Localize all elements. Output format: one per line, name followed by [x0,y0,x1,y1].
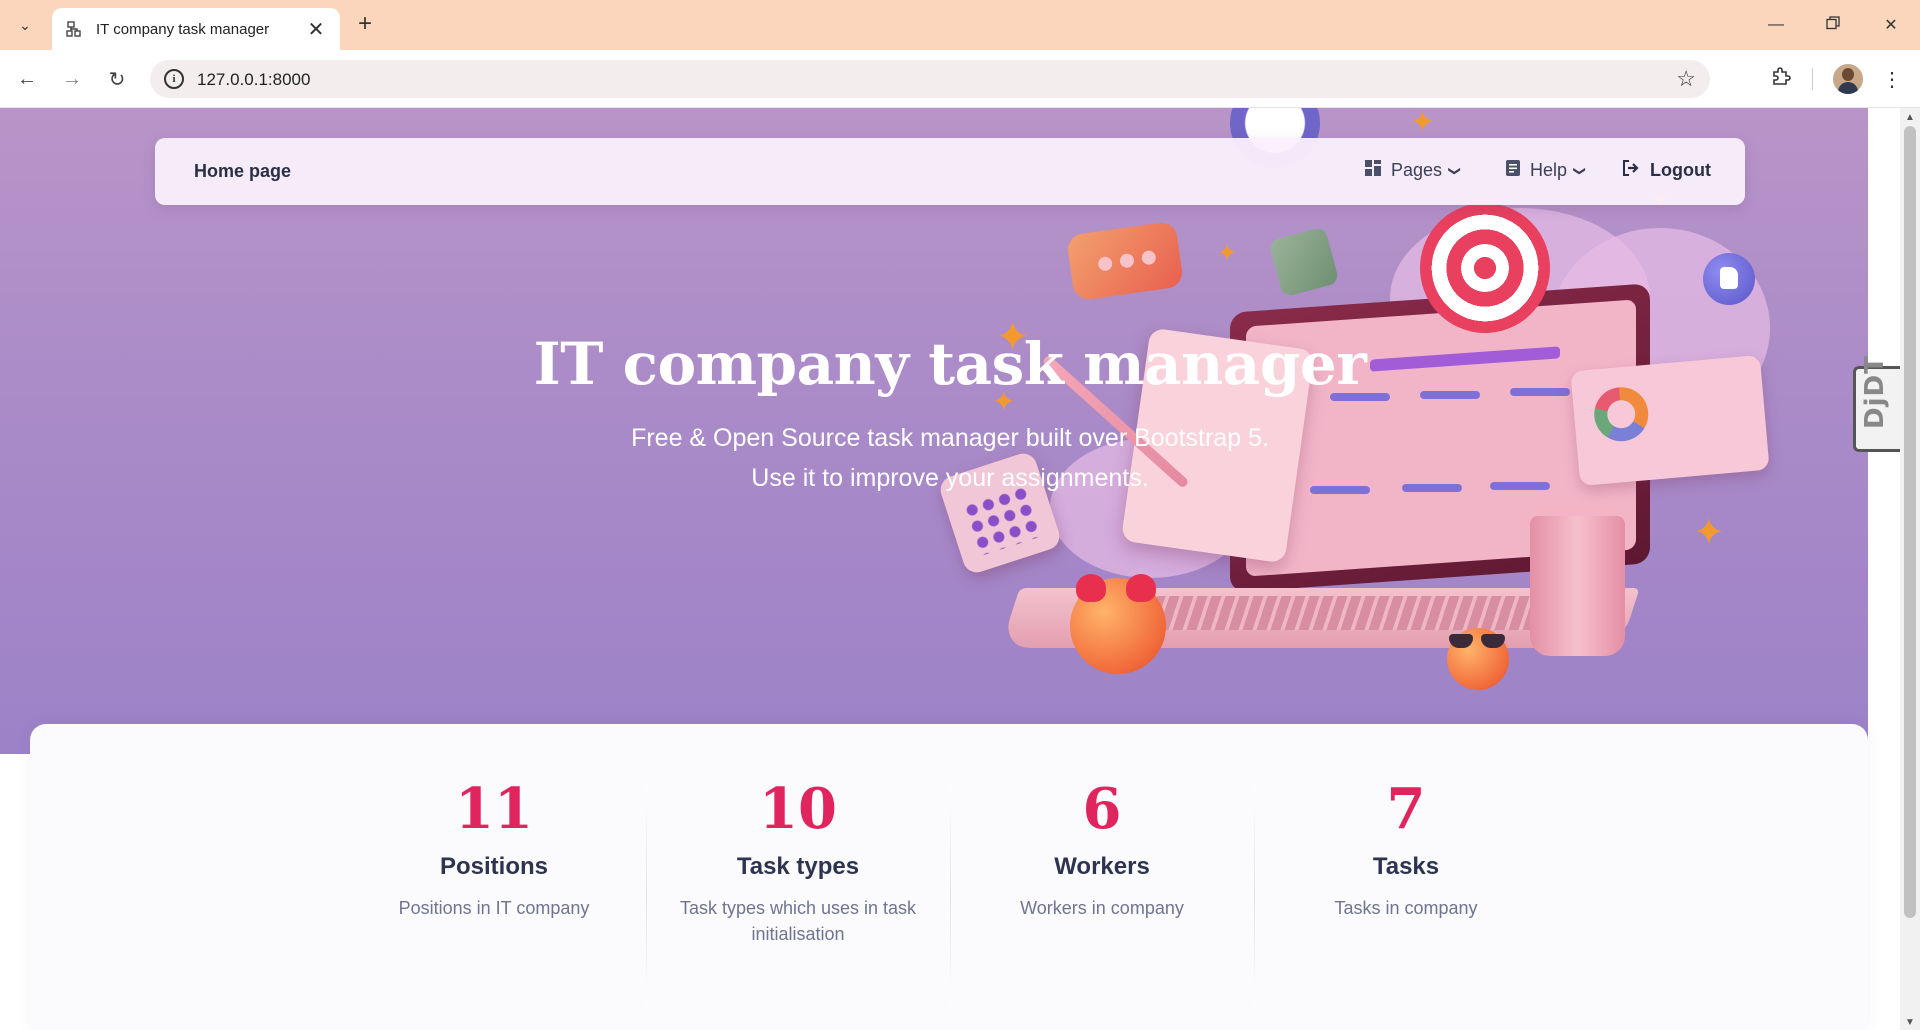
puzzle-icon [1771,66,1791,92]
stat-positions: 11 Positions Positions in IT company [342,724,646,1010]
hero-subtitle-line1: Free & Open Source task manager built ov… [631,424,1269,452]
stat-title: Task types [736,852,860,880]
scrollbar-thumb[interactable] [1904,126,1916,918]
debug-toolbar-handle[interactable]: DjDT [1853,355,1900,452]
nav-help-dropdown[interactable]: Help ❯ [1506,160,1588,181]
more-vertical-icon: ⋮ [1882,68,1902,91]
reload-button[interactable]: ↻ [102,64,132,94]
grid-icon [1365,160,1381,181]
top-navbar: Home page Pages ❯ Help ❯ Logout [155,138,1745,205]
extensions-button[interactable] [1766,64,1796,94]
restore-icon [1826,15,1840,35]
chevron-down-icon: ❯ [1573,165,1588,176]
stat-value: 11 [455,776,533,842]
browser-toolbar: ← → ↻ i 127.0.0.1:8000 ☆ ⋮ [0,50,1920,108]
stat-value: 6 [1082,776,1122,842]
emoji-heart-eyes-icon [1070,574,1166,674]
tab-search-button[interactable]: ⌄ [10,10,40,40]
stat-title: Tasks [1372,852,1440,880]
stat-description: Positions in IT company [398,897,590,918]
browser-tab[interactable]: IT company task manager ✕ [52,8,340,50]
document-icon [1506,160,1520,181]
arrow-left-icon: ← [17,67,37,90]
stat-title: Workers [1054,852,1150,880]
browser-menu-button[interactable]: ⋮ [1877,64,1907,94]
chat-bubble-icon [1065,220,1185,302]
chevron-down-icon: ❯ [1448,165,1463,176]
page-scrollbar[interactable]: ▲ ▼ [1900,108,1920,1030]
plus-icon: + [357,10,372,37]
close-icon[interactable]: ✕ [306,17,326,42]
reload-icon: ↻ [108,68,126,91]
hero-title: IT company task manager [533,330,1367,398]
scroll-up-icon[interactable]: ▲ [1905,112,1915,123]
info-icon[interactable]: i [164,69,184,89]
window-close-button[interactable]: ✕ [1876,12,1906,38]
debug-toolbar-label: DjDT [1860,355,1890,429]
stat-title: Positions [439,852,548,880]
new-tab-button[interactable]: + [352,12,378,38]
star-icon[interactable]: ☆ [1676,66,1696,92]
hero-subtitle-line2: Use it to improve your assignments. [751,464,1149,492]
scroll-down-icon[interactable]: ▼ [1905,1017,1915,1028]
logout-icon [1622,160,1640,181]
hero-section: ✦ ✦ ✦ ✦ ✦ ✦ Home page Pages ❯ Help ❯ Log… [0,108,1868,754]
nav-help-label: Help [1530,160,1568,180]
page-viewport: ✦ ✦ ✦ ✦ ✦ ✦ Home page Pages ❯ Help ❯ Log… [0,108,1900,1030]
close-icon: ✕ [1884,17,1898,34]
url-text[interactable]: 127.0.0.1:8000 [197,70,310,90]
stat-workers: 6 Workers Workers in company [950,724,1254,1010]
toolbar-divider [1812,68,1813,90]
arrow-right-icon: → [62,67,82,90]
stat-description: Tasks in company [1334,897,1478,918]
minimize-icon: — [1768,16,1784,33]
stat-value: 7 [1386,776,1426,842]
avatar[interactable] [1833,64,1863,94]
nav-pages-label: Pages [1391,160,1443,180]
forward-button[interactable]: → [57,64,87,94]
nav-logout-label: Logout [1650,160,1711,180]
tab-title: IT company task manager [96,20,270,38]
back-button[interactable]: ← [12,64,42,94]
emoji-sunglasses-icon [1447,628,1509,690]
nav-logout-link[interactable]: Logout [1622,160,1711,181]
browser-tab-strip: ⌄ IT company task manager ✕ + — ✕ [0,0,1920,50]
thumbs-up-icon [1703,253,1755,305]
stat-task-types: 10 Task types Task types which uses in t… [646,724,950,1010]
address-bar[interactable]: i 127.0.0.1:8000 ☆ [150,60,1710,98]
nav-pages-dropdown[interactable]: Pages ❯ [1365,160,1463,181]
minimize-button[interactable]: — [1761,12,1791,38]
check-icon [1268,226,1340,298]
stat-value: 10 [759,776,837,842]
restore-button[interactable] [1818,12,1848,38]
stat-tasks: 7 Tasks Tasks in company [1254,724,1558,1010]
stat-description: Task types which uses in task initialisa… [679,897,917,944]
stats-card: 11 Positions Positions in IT company 10 … [30,724,1868,1030]
chevron-down-icon: ⌄ [19,16,31,33]
brand-home-link[interactable]: Home page [194,161,291,182]
sitemap-icon [66,21,82,37]
stat-description: Workers in company [1020,897,1184,918]
cup-icon [1530,516,1625,656]
